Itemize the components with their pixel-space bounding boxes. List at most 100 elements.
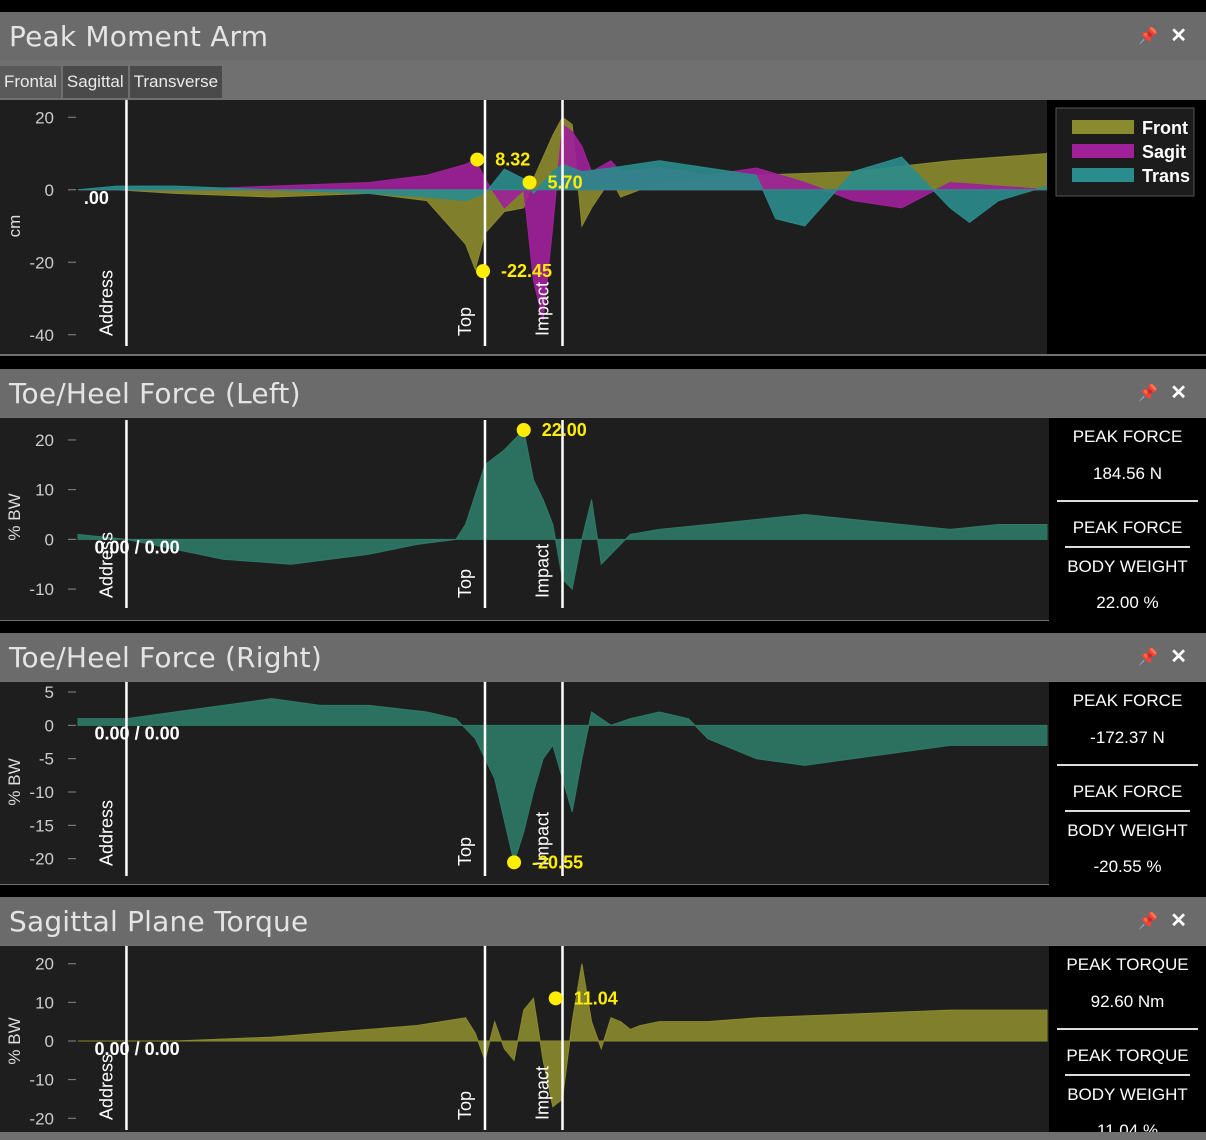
baseline-readout: 0.00 / 0.00 xyxy=(95,537,180,557)
annotation-dot xyxy=(470,152,485,167)
legend-swatch xyxy=(1072,120,1134,134)
y-tick-label: 0 xyxy=(45,181,54,200)
y-tick-label: -10 xyxy=(29,783,54,802)
peak-moment-arm-panel: Peak Moment Arm 📌 ✕ Frontal Sagittal Tra… xyxy=(0,12,1206,356)
pin-icon[interactable]: 📌 xyxy=(1138,383,1158,403)
y-axis-label: % BW xyxy=(5,758,24,805)
stat-label: PEAK FORCE xyxy=(1072,691,1183,710)
chart-toe-heel-right: 50-5-10-15-20% BWAddress Top Impact-20.550… xyxy=(0,682,1049,884)
event-label: Top xyxy=(455,307,475,336)
stat-label: BODY WEIGHT xyxy=(1067,557,1188,576)
y-tick-label: -5 xyxy=(39,750,54,769)
divider xyxy=(1057,500,1198,502)
legend-label: Sagit xyxy=(1142,142,1186,162)
event-label: Top xyxy=(455,1091,475,1120)
tab-sagittal[interactable]: Sagittal xyxy=(62,66,128,98)
event-label: Top xyxy=(455,837,475,866)
stat-label: PEAK FORCE xyxy=(1072,427,1183,446)
legend-label: Trans xyxy=(1142,166,1190,186)
y-axis-label: cm xyxy=(5,215,24,238)
legend-swatch xyxy=(1072,144,1134,158)
event-label: Impact xyxy=(533,1066,553,1120)
toe-heel-right-panel: Toe/Heel Force (Right) 📌 ✕ 5 0 -5 -10 -15 -20… xyxy=(0,633,1206,885)
annotation-label: 11.04 xyxy=(574,988,618,1008)
chart-toe-heel-left: 20100-10% BWAddress Top Impact22.000.00 / … xyxy=(0,418,1049,620)
y-axis-label: % BW xyxy=(5,493,24,540)
stat-label: BODY WEIGHT xyxy=(1067,821,1188,840)
close-icon[interactable]: ✕ xyxy=(1170,644,1187,669)
y-tick-label: 20 xyxy=(35,955,54,974)
event-label: Impact xyxy=(533,282,553,336)
annotation-label: 5.70 xyxy=(548,173,583,193)
close-icon[interactable]: ✕ xyxy=(1170,23,1187,48)
baseline-readout: .00 xyxy=(84,188,109,208)
tab-transverse[interactable]: Transverse xyxy=(129,66,223,98)
y-tick-label: 5 xyxy=(45,683,54,702)
event-label: Top xyxy=(455,569,475,598)
y-tick-label: 20 xyxy=(35,108,54,127)
y-tick-label: -40 xyxy=(29,326,54,345)
pin-icon[interactable]: 📌 xyxy=(1138,647,1158,667)
y-tick-label: 0 xyxy=(45,1032,54,1051)
stat-value: 11.04 % xyxy=(1096,1121,1159,1132)
y-tick-label: -20 xyxy=(29,1109,54,1128)
sagittal-torque-panel: Sagittal Plane Torque 📌 ✕ 20 10 0 -10 -20 % B… xyxy=(0,897,1206,1140)
y-tick-label: -10 xyxy=(29,1071,54,1090)
y-tick-label: 10 xyxy=(35,993,54,1012)
stats-sidebar: PEAK FORCE 184.56 N PEAK FORCE BODY WEIG… xyxy=(1049,418,1206,621)
stat-label: PEAK TORQUE xyxy=(1066,955,1189,974)
event-label: Address xyxy=(96,800,116,866)
annotation-label: 22.00 xyxy=(542,420,587,440)
panel-titlebar: Peak Moment Arm 📌 ✕ xyxy=(0,12,1206,60)
close-icon[interactable]: ✕ xyxy=(1170,908,1187,933)
stat-value: 92.60 Nm xyxy=(1090,992,1165,1011)
close-icon[interactable]: ✕ xyxy=(1170,380,1187,405)
chart-peak-moment-arm: 20 0 -20 -40 cm Address Top Impact 8.32 -22.45 5.7… xyxy=(0,100,1206,354)
annotation-dot xyxy=(522,175,537,190)
annotation-label: -20.55 xyxy=(532,852,583,872)
y-tick-label: 0 xyxy=(45,716,54,735)
panel-title: Peak Moment Arm xyxy=(9,20,269,53)
chart-sagittal-torque: 20 10 0 -10 -20 % BW Address Top Impact 11.04 0.00… xyxy=(0,946,1049,1132)
annotation-dot xyxy=(516,423,531,437)
baseline-readout: 0.00 / 0.00 xyxy=(95,1039,180,1059)
stat-label: PEAK TORQUE xyxy=(1066,1046,1189,1065)
y-tick-label: -20 xyxy=(29,253,54,272)
y-tick-label: 20 xyxy=(35,431,54,450)
annotation-dot xyxy=(507,855,522,870)
stats-sidebar: PEAK TORQUE 92.60 Nm PEAK TORQUE BODY WE… xyxy=(1049,946,1206,1132)
panel-title: Sagittal Plane Torque xyxy=(9,905,309,938)
y-tick-label: -20 xyxy=(29,850,54,869)
annotation-label: 8.32 xyxy=(495,150,530,170)
panel-titlebar: Toe/Heel Force (Left) 📌 ✕ xyxy=(0,369,1206,417)
annotation-dot xyxy=(476,264,491,279)
pin-icon[interactable]: 📌 xyxy=(1138,26,1158,46)
plane-tabs: Frontal Sagittal Transverse xyxy=(0,66,224,98)
divider xyxy=(1057,1028,1198,1030)
pin-icon[interactable]: 📌 xyxy=(1138,911,1158,931)
stats-sidebar: PEAK FORCE -172.37 N PEAK FORCE BODY WEI… xyxy=(1049,682,1206,885)
annotation-label: -22.45 xyxy=(501,261,552,281)
stat-label: BODY WEIGHT xyxy=(1067,1085,1188,1104)
baseline-readout: 0.00 / 0.00 xyxy=(95,723,180,743)
panel-title: Toe/Heel Force (Right) xyxy=(9,641,322,674)
stat-label: PEAK FORCE xyxy=(1072,518,1183,537)
legend-swatch xyxy=(1072,168,1134,182)
divider xyxy=(1065,1074,1190,1076)
stat-label: PEAK FORCE xyxy=(1072,782,1183,801)
divider xyxy=(1065,546,1190,548)
legend-label: Front xyxy=(1142,118,1188,138)
tab-frontal[interactable]: Frontal xyxy=(0,66,61,98)
event-label: Impact xyxy=(533,544,553,598)
panel-titlebar: Sagittal Plane Torque 📌 ✕ xyxy=(0,897,1206,945)
stat-value: -172.37 N xyxy=(1090,728,1165,747)
toe-heel-left-panel: Toe/Heel Force (Left) 📌 ✕ 20 10 0 -10% BW Ad… xyxy=(0,369,1206,621)
y-tick-label: 0 xyxy=(45,530,54,549)
event-label: Address xyxy=(96,270,116,336)
panel-titlebar: Toe/Heel Force (Right) 📌 ✕ xyxy=(0,633,1206,681)
y-tick-label: -15 xyxy=(29,816,54,835)
stat-value: -20.55 % xyxy=(1093,857,1162,876)
y-tick-label: -10 xyxy=(29,580,54,599)
panel-title: Toe/Heel Force (Left) xyxy=(9,377,301,410)
event-label: Address xyxy=(96,1054,116,1120)
